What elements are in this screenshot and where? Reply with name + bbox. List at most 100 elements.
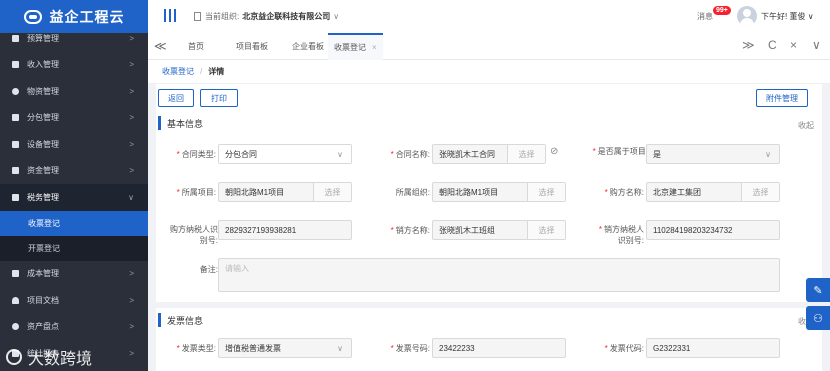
remark-textarea[interactable]: 请输入 (218, 258, 780, 292)
sidebar-item-cost[interactable]: 成本管理 > (0, 261, 148, 288)
subcontract-icon (12, 114, 19, 122)
chevron-right-icon: > (129, 295, 134, 305)
project-select-button[interactable]: 选择 (313, 183, 351, 201)
material-icon (12, 87, 19, 95)
sidebar: 预算管理 > 收入管理 > 物资管理 > 分包管理 > 设备管理 > 资金管理 > 税务管理… (0, 33, 148, 371)
invoice-code-label: * 发票代码: (604, 344, 644, 353)
chevron-down-icon: ∨ (337, 343, 343, 353)
tab-home[interactable]: 首页 (182, 33, 210, 60)
equipment-icon (12, 140, 19, 148)
tab-project-board[interactable]: 项目看板 (230, 33, 274, 60)
remark-label: 备注: (199, 265, 218, 274)
logo-icon (23, 9, 42, 24)
seller-tax-id-input[interactable]: 110284198203234732 (646, 220, 780, 240)
buyer-name-label: * 购方名称: (604, 188, 644, 197)
link-icon[interactable]: ⊘ (550, 146, 558, 157)
chevron-down-icon: ∨ (807, 12, 814, 21)
tabs-scroll-left-icon[interactable]: ≪ (154, 39, 167, 53)
invoice-code-input[interactable]: G2322331 (646, 338, 780, 358)
sidebar-item-subcontract[interactable]: 分包管理 > (0, 105, 148, 132)
sidebar-item-equipment[interactable]: 设备管理 > (0, 131, 148, 158)
tabs-menu-icon[interactable]: ∨ (812, 38, 821, 52)
contract-name-input[interactable]: 张晓凯木工合同 选择 (432, 144, 546, 164)
chevron-down-icon: ∨ (128, 192, 134, 202)
seller-tax-id-label: * 销方纳税人识别号: (598, 225, 644, 245)
print-button[interactable]: 打印 (200, 89, 238, 107)
invoice-number-label: * 发票号码: (390, 344, 430, 353)
basic-info-collapse[interactable]: 收起 (798, 120, 814, 131)
back-button[interactable]: 返回 (158, 89, 194, 107)
org-label: 所属组织: (395, 188, 430, 197)
chevron-right-icon: > (129, 33, 134, 43)
sidebar-item-funds[interactable]: 资金管理 > (0, 158, 148, 185)
breadcrumb-current: 详情 (208, 67, 225, 76)
contract-name-label: * 合同名称: (390, 150, 430, 159)
org-select-button[interactable]: 选择 (527, 183, 565, 201)
refresh-icon[interactable]: C (768, 38, 777, 52)
project-input[interactable]: 朝阳北路M1项目 选择 (218, 182, 352, 202)
chevron-right-icon: > (129, 113, 134, 123)
breadcrumb-separator: / (200, 67, 203, 76)
close-icon[interactable]: × (372, 43, 377, 52)
invoice-type-label: * 发票类型: (176, 344, 216, 353)
menu-toggle-icon[interactable] (164, 9, 176, 22)
message-link[interactable]: 消息 (697, 11, 713, 22)
attachments-button[interactable]: 附件管理 (756, 89, 808, 107)
seller-select-button[interactable]: 选择 (527, 221, 565, 239)
chevron-right-icon: > (129, 322, 134, 332)
chevron-right-icon: > (129, 86, 134, 96)
watermark: 大数跨境 (6, 345, 92, 369)
sidebar-item-material[interactable]: 物资管理 > (0, 78, 148, 105)
sidebar-item-asset[interactable]: 资产盘点 > (0, 314, 148, 341)
chevron-down-icon: ∨ (765, 149, 771, 159)
contact-person-icon[interactable]: ⚇ (806, 306, 830, 330)
invoice-info-panel: 发票信息 收起 *发票类型: 增值税普通发票∨ *发票号码: 23422233 … (156, 308, 822, 371)
sidebar-item-budget[interactable]: 预算管理 > (0, 25, 148, 52)
basic-info-title: 基本信息 (158, 116, 203, 130)
buyer-name-input[interactable]: 北京建工集团 选择 (646, 182, 780, 202)
sidebar-item-document[interactable]: 项目文档 > (0, 287, 148, 314)
user-avatar[interactable] (737, 6, 757, 26)
chevron-right-icon: > (129, 166, 134, 176)
sidebar-subitem-issue-invoice[interactable]: 开票登记 (0, 235, 148, 261)
document-icon (194, 12, 201, 21)
buyer-tax-id-input[interactable]: 2829327193938281 (218, 220, 352, 240)
seller-name-input[interactable]: 张晓凯木工班组 选择 (432, 220, 566, 240)
invoice-info-title: 发票信息 (158, 313, 203, 327)
invoice-type-select[interactable]: 增值税普通发票 ∨ (218, 338, 352, 358)
asset-icon (12, 323, 19, 331)
org-input[interactable]: 朝阳北路M1项目 选择 (432, 182, 566, 202)
tab-bar: ≪ 首页 项目看板 企业看板 收票登记 × ≫ C × ∨ (148, 33, 830, 60)
is-project-select[interactable]: 是 ∨ (646, 144, 780, 164)
is-project-label: * 是否属于项目: (592, 147, 648, 156)
sidebar-item-tax[interactable]: 税务管理 ∨ (0, 184, 148, 211)
user-greeting[interactable]: 下午好! 董俊 ∨ (761, 11, 814, 22)
watermark-logo-icon (6, 349, 22, 365)
org-switcher[interactable]: 当前组织: 北京益企联科技有限公司 ∨ (194, 11, 339, 22)
project-label: * 所属项目: (176, 188, 216, 197)
chevron-down-icon: ∨ (333, 12, 340, 21)
contract-type-select[interactable]: 分包合同 ∨ (218, 144, 352, 164)
basic-info-panel: 返回 打印 附件管理 基本信息 收起 * 合同类型: 分包合同 ∨ * 合同名称: 张… (156, 84, 822, 302)
tab-receive-invoice[interactable]: 收票登记 × (328, 33, 383, 60)
seller-name-label: * 销方名称: (390, 226, 430, 235)
quick-edit-icon[interactable]: ✎ (806, 278, 830, 302)
tabs-scroll-right-icon[interactable]: ≫ (742, 38, 755, 52)
sidebar-item-income[interactable]: 收入管理 > (0, 52, 148, 79)
contract-select-button[interactable]: 选择 (507, 145, 545, 163)
contract-type-label: * 合同类型: (176, 150, 216, 159)
tab-enterprise-board[interactable]: 企业看板 (286, 33, 330, 60)
income-icon (12, 61, 19, 69)
document-icon (12, 296, 19, 304)
chevron-right-icon: > (129, 269, 134, 279)
buyer-select-button[interactable]: 选择 (741, 183, 779, 201)
invoice-number-input[interactable]: 23422233 (432, 338, 566, 358)
org-label: 当前组织: (205, 12, 240, 21)
sidebar-subitem-receive-invoice[interactable]: 收票登记 (0, 210, 148, 236)
breadcrumb-parent[interactable]: 收票登记 (162, 66, 194, 77)
main-content: 返回 打印 附件管理 基本信息 收起 * 合同类型: 分包合同 ∨ * 合同名称: 张… (148, 84, 830, 371)
budget-icon (12, 34, 19, 42)
chevron-right-icon: > (129, 348, 134, 358)
tax-icon (12, 193, 19, 201)
close-all-icon[interactable]: × (790, 38, 797, 52)
